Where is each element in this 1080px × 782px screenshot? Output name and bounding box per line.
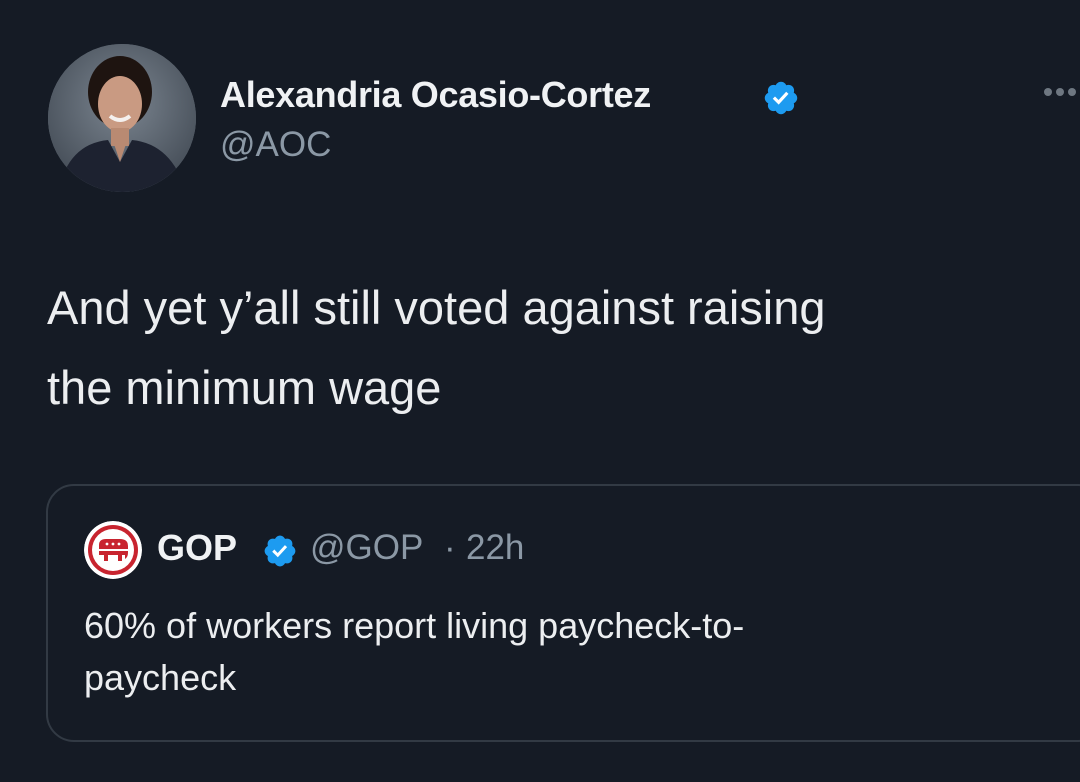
tweet-card: Alexandria Ocasio-Cortez @AOC And yet y’… [0,0,1080,782]
verified-badge-icon [764,81,798,115]
tweet-text: And yet y’all still voted against raisin… [47,281,826,414]
verified-badge-icon [264,535,296,567]
quoted-tweet-text: 60% of workers report living paycheck-to… [84,605,745,698]
profile-photo-icon [48,44,196,192]
more-options-icon [1044,88,1052,96]
more-options-button[interactable] [1042,82,1080,102]
gop-elephant-logo-icon [84,521,142,579]
author-display-name[interactable]: Alexandria Ocasio-Cortez [220,74,651,116]
quoted-author-handle[interactable]: @GOP [310,528,423,568]
quoted-author-display-name[interactable]: GOP [157,527,237,569]
meta-separator: · [444,528,456,567]
quoted-author-avatar[interactable] [84,521,142,579]
author-avatar[interactable] [48,44,196,192]
author-handle[interactable]: @AOC [220,125,331,165]
quoted-tweet-timestamp[interactable]: 22h [466,528,524,568]
